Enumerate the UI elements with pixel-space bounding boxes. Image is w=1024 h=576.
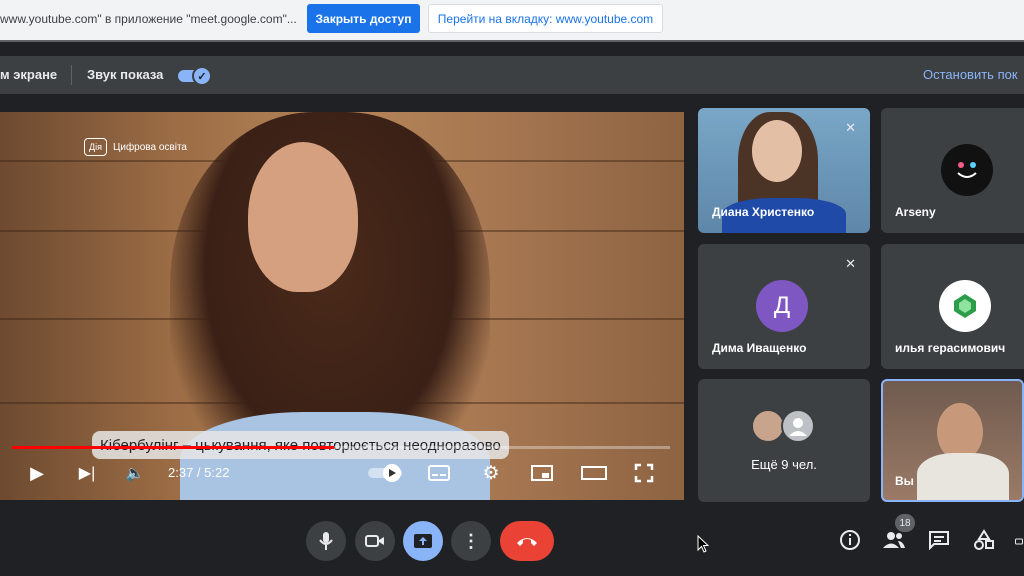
- go-to-tab-button[interactable]: Перейти на вкладку: www.youtube.com: [428, 4, 663, 33]
- miniplayer-icon[interactable]: [530, 462, 554, 484]
- channel-watermark: Дія Цифрова освіта: [84, 138, 187, 156]
- participant-tile[interactable]: ✕ Д Дима Иващенко: [698, 244, 870, 369]
- mic-icon[interactable]: [306, 521, 346, 561]
- more-participants-label: Ещё 9 чел.: [751, 457, 817, 472]
- divider: [71, 65, 72, 85]
- video-timecode: 2:37 / 5:22: [168, 465, 230, 480]
- participant-name: Диана Христенко: [712, 205, 815, 219]
- stop-sharing-button[interactable]: Закрыть доступ: [307, 4, 420, 33]
- diia-logo: Дія: [84, 138, 107, 156]
- self-video-shirt: [917, 453, 1009, 500]
- presenting-label: м экране: [0, 67, 58, 82]
- progress-fill: [12, 446, 335, 449]
- subtitles-icon[interactable]: [427, 462, 451, 484]
- more-icon[interactable]: ⋮: [451, 521, 491, 561]
- theater-mode-icon[interactable]: [580, 462, 608, 484]
- participant-name: Arseny: [895, 205, 936, 219]
- next-icon[interactable]: ▶|: [76, 462, 98, 484]
- video-subtitle: Кібербулінг – цькування, яке повторюєтьс…: [92, 431, 509, 459]
- share-audio-label: Звук показа: [87, 67, 164, 82]
- participant-name: Дима Иващенко: [712, 341, 807, 355]
- avatar: [941, 144, 993, 196]
- autoplay-toggle[interactable]: [368, 462, 404, 484]
- mic-off-icon: ✕: [845, 120, 856, 135]
- self-name: Вы: [895, 474, 914, 488]
- avatar: [751, 409, 785, 443]
- speaker-face: [248, 142, 358, 292]
- check-icon: ✓: [192, 66, 212, 86]
- fullscreen-icon[interactable]: [632, 462, 656, 484]
- participant-tile[interactable]: ✕ Диана Христенко: [698, 108, 870, 233]
- participant-video-face: [752, 120, 802, 182]
- watermark-text: Цифрова освіта: [112, 141, 187, 153]
- settings-icon[interactable]: ⚙: [479, 462, 503, 484]
- more-participants-tile[interactable]: Ещё 9 чел.: [698, 379, 870, 502]
- participant-tile[interactable]: илья герасимович: [881, 244, 1024, 369]
- share-audio-toggle[interactable]: ✓: [178, 66, 212, 86]
- volume-icon[interactable]: 🔈: [124, 462, 146, 484]
- avatar: Д: [756, 280, 808, 332]
- presentation-bar: м экране Звук показа Остановить пок: [0, 56, 1024, 94]
- share-message: www.youtube.com" в приложение "meet.goog…: [0, 12, 297, 26]
- mouse-cursor-icon: [696, 534, 710, 554]
- end-call-icon[interactable]: [500, 521, 554, 561]
- people-icon[interactable]: [880, 526, 908, 554]
- screen-share-bar: www.youtube.com" в приложение "meet.goog…: [0, 0, 1024, 42]
- self-view-tile[interactable]: Вы: [881, 379, 1024, 502]
- lock-icon[interactable]: [1014, 526, 1024, 554]
- info-icon[interactable]: [836, 526, 864, 554]
- camera-icon[interactable]: [355, 521, 395, 561]
- play-icon[interactable]: ▶: [26, 462, 48, 484]
- participant-name: илья герасимович: [895, 341, 1006, 355]
- participant-tile[interactable]: Arseny: [881, 108, 1024, 233]
- stop-presenting-link[interactable]: Остановить пок: [923, 67, 1018, 82]
- avatar: [781, 409, 815, 443]
- avatar: [939, 280, 991, 332]
- video-progress-bar[interactable]: [12, 446, 670, 449]
- mic-off-icon: ✕: [845, 256, 856, 271]
- activities-icon[interactable]: [970, 526, 998, 554]
- chat-icon[interactable]: [925, 526, 953, 554]
- present-icon[interactable]: [403, 521, 443, 561]
